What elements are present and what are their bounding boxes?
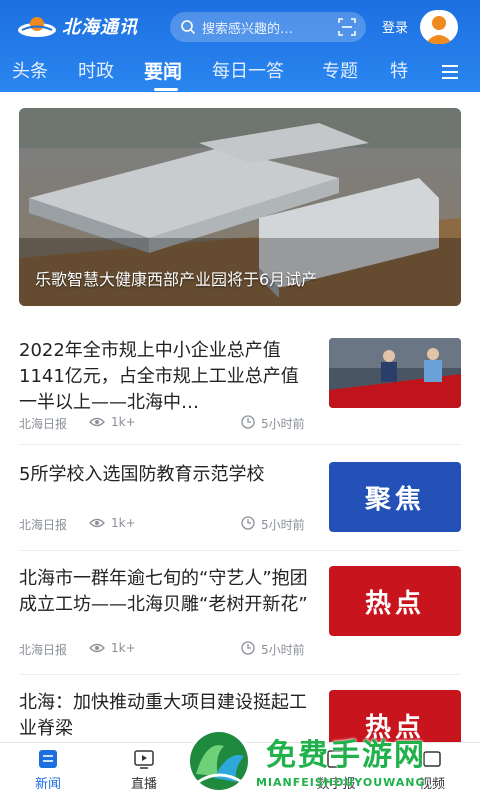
avatar[interactable]: [420, 10, 458, 44]
tab-special[interactable]: 特: [390, 57, 424, 83]
live-tv-icon: [134, 750, 154, 769]
hero-banner[interactable]: 乐歌智慧大健康西部产业园将于6月试产: [19, 108, 461, 306]
article-time: 5小时前: [261, 518, 305, 532]
article-source: 北海日报: [19, 643, 68, 657]
category-tabs: 头条 时政 要闻 每日一答 专题 特: [0, 52, 480, 92]
article-meta: 北海日报 1k+ 5小时前: [19, 641, 319, 657]
active-tab-indicator: [154, 88, 178, 91]
user-avatar-icon: [425, 16, 453, 44]
article-title: 5所学校入选国防教育示范学校: [19, 464, 265, 485]
search-input[interactable]: 搜索感兴趣的…: [170, 12, 366, 42]
news-feed: 乐歌智慧大健康西部产业园将于6月试产 2022年全市规上中小企业总产值1141亿…: [0, 92, 480, 742]
article-title: 北海市一群年逾七旬的“守艺人”抱团成立工坊——北海贝雕“老树开新花”: [19, 568, 308, 615]
nav-news[interactable]: 新闻: [8, 749, 88, 799]
article-meta: 北海日报 1k+ 5小时前: [19, 516, 319, 532]
search-placeholder: 搜索感兴趣的…: [202, 22, 294, 37]
divider: [19, 674, 461, 675]
article-source: 北海日报: [19, 417, 68, 431]
thumbnail-label: 热点: [364, 588, 425, 619]
divider: [19, 444, 461, 445]
article-time: 5小时前: [261, 643, 305, 657]
news-icon: [39, 750, 57, 768]
eye-icon: [89, 518, 105, 528]
article-thumbnail: 聚焦: [329, 462, 461, 532]
list-item[interactable]: 2022年全市规上中小企业总产值1141亿元，占全市规上工业总产值一半以上——北…: [19, 338, 461, 438]
article-views: 1k+: [111, 415, 136, 429]
tab-politics[interactable]: 时政: [78, 57, 114, 83]
search-icon: [181, 20, 196, 35]
nav-label: 直播: [130, 777, 157, 792]
clock-icon: [241, 641, 255, 655]
article-title: 2022年全市规上中小企业总产值1141亿元，占全市规上工业总产值一半以上——北…: [19, 340, 299, 413]
tab-news[interactable]: 要闻: [144, 57, 182, 84]
watermark-text: 免费手游网: [266, 738, 426, 773]
tab-daily-answer[interactable]: 每日一答: [212, 57, 284, 83]
login-button[interactable]: 登录: [382, 17, 408, 36]
scan-icon[interactable]: [338, 18, 356, 36]
article-meta: 北海日报 1k+ 5小时前: [19, 415, 319, 431]
watermark-logo-icon: [187, 729, 251, 793]
divider: [19, 550, 461, 551]
tab-headlines[interactable]: 头条: [12, 57, 48, 83]
eye-icon: [89, 417, 105, 427]
hero-caption: 乐歌智慧大健康西部产业园将于6月试产: [35, 270, 318, 289]
list-item[interactable]: 5所学校入选国防教育示范学校 北海日报 1k+ 5小时前 聚焦: [19, 462, 461, 542]
article-thumbnail: 热点: [329, 566, 461, 636]
list-item[interactable]: 北海市一群年逾七旬的“守艺人”抱团成立工坊——北海贝雕“老树开新花” 北海日报 …: [19, 566, 461, 676]
article-views: 1k+: [111, 516, 136, 530]
nav-live[interactable]: 直播: [104, 749, 184, 799]
eye-icon: [89, 643, 105, 653]
thumbnail-label: 聚焦: [364, 484, 425, 515]
app-header: 北海通讯 搜索感兴趣的… 登录 头条 时政 要闻 每日一答 专题 特: [0, 0, 480, 92]
watermark-subtext: MIANFEISHOUYOUWANG: [256, 776, 426, 789]
app-logo[interactable]: 北海通讯: [16, 10, 158, 42]
top-bar: 北海通讯 搜索感兴趣的… 登录: [0, 0, 480, 52]
article-source: 北海日报: [19, 518, 68, 532]
logo-text: 北海通讯: [62, 17, 138, 38]
article-views: 1k+: [111, 641, 136, 655]
menu-icon[interactable]: [440, 63, 460, 81]
nav-label: 新闻: [34, 777, 61, 792]
article-thumbnail: [329, 338, 461, 408]
watermark: 免费手游网 MIANFEISHOUYOUWANG: [180, 724, 480, 800]
clock-icon: [241, 415, 255, 429]
clock-icon: [241, 516, 255, 530]
tab-topics[interactable]: 专题: [322, 57, 358, 83]
logo-emblem-icon: [18, 17, 56, 37]
article-time: 5小时前: [261, 417, 305, 431]
